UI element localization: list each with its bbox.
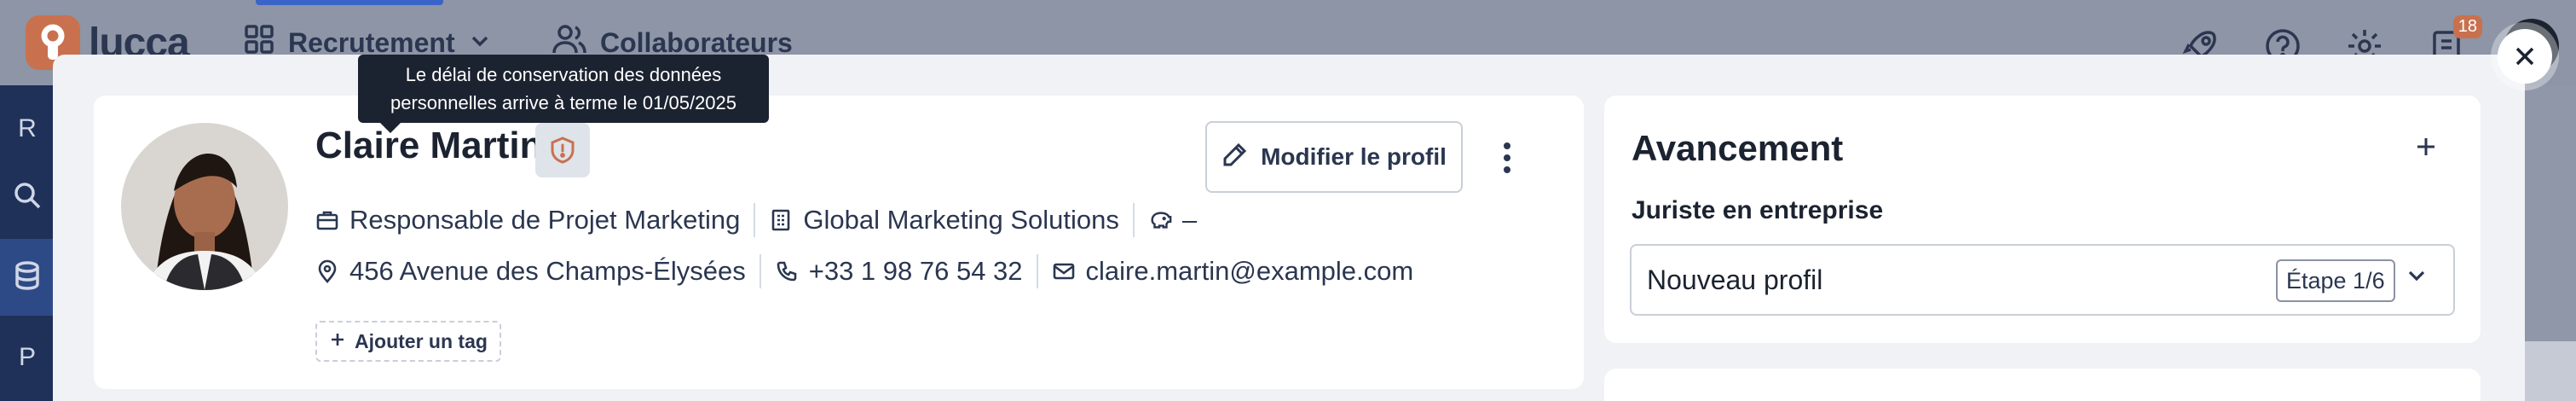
- more-options-icon[interactable]: [1490, 137, 1524, 179]
- piggy-bank-icon: [1148, 208, 1172, 232]
- add-tag-button[interactable]: Ajouter un tag: [315, 321, 501, 362]
- avancement-title: Avancement: [1632, 128, 1844, 168]
- sidebar-item-p[interactable]: P: [0, 343, 55, 372]
- job-title: Responsable de Projet Marketing: [349, 205, 741, 235]
- salary-value: –: [1181, 205, 1198, 235]
- database-icon[interactable]: [0, 239, 55, 316]
- sidebar-item-r[interactable]: R: [0, 114, 55, 143]
- stage-value: Nouveau profil: [1647, 264, 1823, 295]
- close-button[interactable]: [2498, 29, 2552, 84]
- briefcase-icon: [315, 208, 339, 232]
- job-title-item: Responsable de Projet Marketing: [315, 205, 740, 235]
- info-row-contact: 456 Avenue des Champs-Élysées +33 1 98 7…: [315, 254, 1413, 288]
- phone-icon: [775, 259, 799, 283]
- phone-number: +33 1 98 76 54 32: [808, 256, 1023, 286]
- address-text: 456 Avenue des Champs-Élysées: [349, 256, 746, 286]
- profile-photo: [121, 123, 288, 290]
- nav-recrutement-label: Recrutement: [288, 26, 455, 58]
- left-sidebar: R P: [0, 85, 55, 401]
- add-application-icon[interactable]: [2409, 128, 2443, 166]
- step-badge: Étape 1/6: [2276, 259, 2395, 302]
- scrollbar[interactable]: [2525, 341, 2576, 401]
- building-icon: [769, 208, 793, 232]
- nav-collaborateurs-label: Collaborateurs: [600, 26, 793, 58]
- email-address: claire.martin@example.com: [1085, 256, 1414, 286]
- email-item[interactable]: claire.martin@example.com: [1052, 256, 1414, 287]
- add-tag-label: Ajouter un tag: [355, 329, 488, 352]
- edit-profile-label: Modifier le profil: [1261, 143, 1447, 170]
- divider: [1132, 203, 1135, 237]
- company-name: Global Marketing Solutions: [803, 205, 1119, 235]
- address-item: 456 Avenue des Champs-Élysées: [315, 256, 746, 287]
- next-card: [1604, 369, 2481, 401]
- envelope-icon: [1052, 259, 1076, 283]
- search-icon[interactable]: [0, 181, 55, 217]
- divider: [1036, 254, 1038, 288]
- tooltip-line-1: Le délai de conservation des données: [405, 64, 722, 85]
- chevron-down-icon: [469, 27, 491, 59]
- phone-item[interactable]: +33 1 98 76 54 32: [775, 256, 1023, 287]
- position-name: Juriste en entreprise: [1632, 196, 1884, 224]
- data-retention-shield-icon[interactable]: [535, 123, 590, 177]
- notification-badge: 18: [2452, 15, 2482, 38]
- divider: [759, 254, 761, 288]
- company-item: Global Marketing Solutions: [769, 205, 1119, 235]
- info-row-work: Responsable de Projet Marketing Global M…: [315, 203, 1197, 237]
- candidate-name: Claire Martin: [315, 125, 543, 166]
- nav-active-indicator: [256, 0, 443, 5]
- plus-icon: [329, 330, 346, 353]
- edit-profile-button[interactable]: Modifier le profil: [1205, 121, 1463, 193]
- tooltip-line-2: personnelles arrive à terme le 01/05/202…: [390, 92, 737, 113]
- pencil-icon: [1222, 141, 1249, 174]
- stage-select[interactable]: Nouveau profil Étape 1/6: [1630, 244, 2455, 316]
- data-retention-tooltip: Le délai de conservation des données per…: [358, 55, 769, 133]
- location-pin-icon: [315, 259, 339, 283]
- salary-item: –: [1148, 205, 1197, 235]
- divider: [754, 203, 756, 237]
- chevron-down-icon: [2406, 264, 2428, 293]
